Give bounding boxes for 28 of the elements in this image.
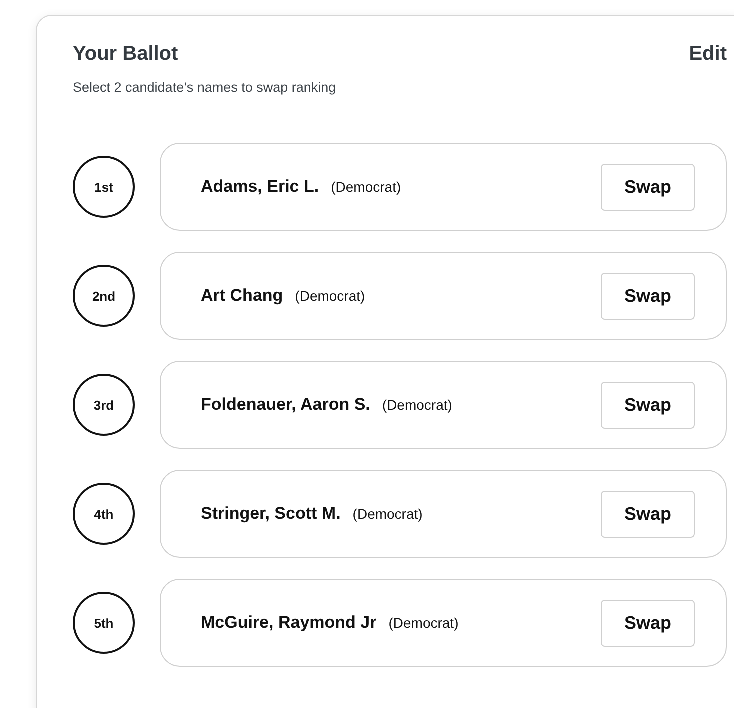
candidate-party: (Democrat) <box>388 615 459 631</box>
candidate-party: (Democrat) <box>331 179 402 195</box>
candidate-name: Foldenauer, Aaron S. <box>201 395 370 415</box>
candidate-card[interactable]: Foldenauer, Aaron S. (Democrat) Swap <box>160 361 727 449</box>
instructions-text: Select 2 candidate’s names to swap ranking <box>73 80 338 95</box>
swap-button[interactable]: Swap <box>601 164 695 210</box>
candidate-name: Stringer, Scott M. <box>201 504 341 524</box>
candidate-name: Adams, Eric L. <box>201 177 320 197</box>
candidate-party: (Democrat) <box>382 397 452 413</box>
candidate-party: (Democrat) <box>352 506 423 522</box>
rank-circle: 4th <box>73 483 135 545</box>
rank-circle: 3rd <box>73 374 135 436</box>
rank-circle: 5th <box>73 592 135 654</box>
candidate-name: McGuire, Raymond Jr <box>201 613 377 633</box>
candidate-card[interactable]: McGuire, Raymond Jr (Democrat) Swap <box>160 579 727 667</box>
candidate-card[interactable]: Adams, Eric L. (Democrat) Swap <box>160 143 727 231</box>
candidate-card[interactable]: Stringer, Scott M. (Democrat) Swap <box>160 470 727 558</box>
edit-link[interactable]: Edit <box>689 43 727 66</box>
candidate-card[interactable]: Art Chang (Democrat) Swap <box>160 252 727 340</box>
candidate-party: (Democrat) <box>295 288 366 304</box>
ballot-title: Your Ballot <box>73 43 178 66</box>
swap-button[interactable]: Swap <box>601 600 695 646</box>
swap-button[interactable]: Swap <box>601 490 695 538</box>
swap-button[interactable]: Swap <box>601 382 695 428</box>
candidate-name: Art Chang <box>201 286 284 306</box>
rank-circle: 1st <box>73 156 135 218</box>
rank-circle: 2nd <box>73 265 135 327</box>
swap-button[interactable]: Swap <box>601 272 695 320</box>
